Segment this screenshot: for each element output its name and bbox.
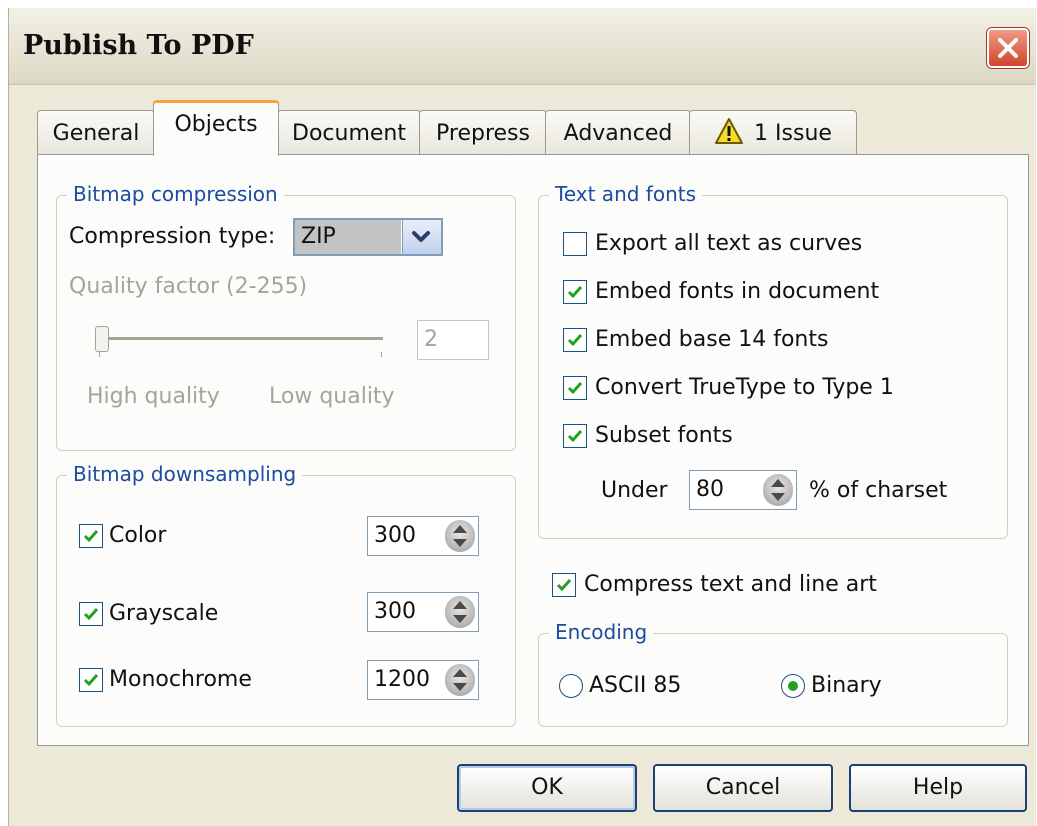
- compression-type-label: Compression type:: [69, 224, 276, 249]
- grayscale-dpi-field[interactable]: 300: [367, 592, 479, 632]
- checkmark-icon: [567, 430, 583, 443]
- tab-issues[interactable]: 1 Issue: [689, 110, 857, 156]
- checkmark-icon: [83, 608, 99, 621]
- grayscale-checkbox[interactable]: [79, 602, 103, 626]
- ok-button[interactable]: OK: [457, 764, 637, 812]
- cancel-button-label: Cancel: [705, 775, 781, 800]
- tab-label: Prepress: [436, 121, 530, 146]
- slider-tick: [99, 352, 100, 357]
- group-legend: Encoding: [549, 618, 654, 646]
- bitmap-downsampling-group: Bitmap downsampling Color 300 Grayscale …: [56, 460, 516, 727]
- close-button[interactable]: [987, 28, 1029, 68]
- low-quality-label: Low quality: [269, 384, 395, 409]
- group-legend: Bitmap compression: [67, 180, 284, 208]
- help-button-label: Help: [912, 775, 964, 800]
- window-title: Publish To PDF: [23, 30, 254, 61]
- binary-radio[interactable]: [781, 674, 805, 698]
- tab-label: Objects: [174, 112, 258, 137]
- spinner-arrows-icon: [771, 479, 785, 501]
- color-label: Color: [109, 523, 167, 548]
- monochrome-dpi-value: 1200: [374, 667, 430, 692]
- quality-factor-field[interactable]: 2: [417, 320, 489, 360]
- dropdown-button[interactable]: [402, 220, 441, 254]
- embed-base-14-fonts-label: Embed base 14 fonts: [595, 327, 829, 352]
- slider-track: [95, 337, 383, 340]
- embed-fonts-label: Embed fonts in document: [595, 279, 880, 304]
- encoding-group: Encoding ASCII 85 Binary: [538, 618, 1008, 727]
- ascii85-radio[interactable]: [559, 674, 583, 698]
- monochrome-label: Monochrome: [109, 667, 252, 692]
- convert-truetype-checkbox[interactable]: [563, 376, 587, 400]
- monochrome-checkbox[interactable]: [79, 668, 103, 692]
- embed-fonts-checkbox[interactable]: [563, 280, 587, 304]
- subset-threshold-spinner[interactable]: [763, 474, 793, 506]
- checkmark-icon: [567, 334, 583, 347]
- slider-thumb[interactable]: [95, 326, 109, 352]
- spinner-arrows-icon: [453, 601, 467, 623]
- subset-threshold-value: 80: [696, 477, 724, 502]
- quality-factor-value: 2: [424, 327, 438, 352]
- spinner-arrows-icon: [453, 669, 467, 691]
- tab-general[interactable]: General: [37, 110, 155, 156]
- compress-text-checkbox[interactable]: [552, 573, 576, 597]
- color-dpi-field[interactable]: 300: [367, 516, 479, 556]
- group-legend: Text and fonts: [549, 180, 703, 208]
- subset-fonts-label: Subset fonts: [595, 423, 733, 448]
- warning-icon: [715, 118, 744, 144]
- tab-label: 1 Issue: [754, 121, 832, 146]
- spinner-arrows-icon: [453, 525, 467, 547]
- quality-factor-label: Quality factor (2-255): [69, 274, 308, 299]
- checkmark-icon: [83, 530, 99, 543]
- binary-label: Binary: [811, 673, 882, 698]
- ascii85-label: ASCII 85: [589, 673, 682, 698]
- checkmark-icon: [83, 674, 99, 687]
- grayscale-dpi-spinner[interactable]: [445, 596, 475, 628]
- tab-panel-objects: Bitmap compression Compression type: ZIP…: [37, 154, 1029, 746]
- tab-label: General: [52, 121, 140, 146]
- tab-advanced[interactable]: Advanced: [545, 110, 691, 156]
- color-dpi-spinner[interactable]: [445, 520, 475, 552]
- tab-label: Advanced: [563, 121, 673, 146]
- bitmap-compression-group: Bitmap compression Compression type: ZIP…: [56, 180, 516, 451]
- under-label: Under: [601, 478, 668, 503]
- tab-label: Document: [292, 121, 406, 146]
- title-bar: Publish To PDF: [9, 8, 1036, 85]
- monochrome-dpi-field[interactable]: 1200: [367, 660, 479, 700]
- checkmark-icon: [567, 382, 583, 395]
- close-icon: [998, 38, 1018, 58]
- tab-prepress[interactable]: Prepress: [419, 110, 547, 156]
- ok-button-label: OK: [531, 775, 563, 800]
- text-and-fonts-group: Text and fonts Export all text as curves…: [538, 180, 1008, 539]
- radio-selected-dot: [788, 681, 798, 691]
- compression-type-value: ZIP: [295, 220, 401, 254]
- slider-tick: [381, 352, 382, 357]
- grayscale-dpi-value: 300: [374, 599, 416, 624]
- compress-text-label: Compress text and line art: [584, 572, 877, 597]
- chevron-down-icon: [412, 231, 430, 242]
- export-text-as-curves-checkbox[interactable]: [563, 232, 587, 256]
- color-dpi-value: 300: [374, 523, 416, 548]
- color-checkbox[interactable]: [79, 524, 103, 548]
- tab-document[interactable]: Document: [277, 110, 421, 156]
- quality-slider[interactable]: [95, 322, 383, 357]
- help-button[interactable]: Help: [849, 764, 1027, 812]
- export-text-as-curves-label: Export all text as curves: [595, 231, 863, 256]
- embed-base-14-fonts-checkbox[interactable]: [563, 328, 587, 352]
- grayscale-label: Grayscale: [109, 601, 219, 626]
- charset-label: % of charset: [809, 478, 948, 503]
- group-legend: Bitmap downsampling: [67, 460, 303, 488]
- checkmark-icon: [556, 579, 572, 592]
- compression-type-select[interactable]: ZIP: [293, 218, 443, 256]
- cancel-button[interactable]: Cancel: [653, 764, 833, 812]
- monochrome-dpi-spinner[interactable]: [445, 664, 475, 696]
- checkmark-icon: [567, 286, 583, 299]
- subset-threshold-field[interactable]: 80: [689, 470, 797, 510]
- convert-truetype-label: Convert TrueType to Type 1: [595, 375, 894, 400]
- tab-objects[interactable]: Objects: [153, 100, 279, 156]
- subset-fonts-checkbox[interactable]: [563, 424, 587, 448]
- publish-to-pdf-dialog: Publish To PDF General Objects Document …: [8, 8, 1036, 826]
- high-quality-label: High quality: [87, 384, 220, 409]
